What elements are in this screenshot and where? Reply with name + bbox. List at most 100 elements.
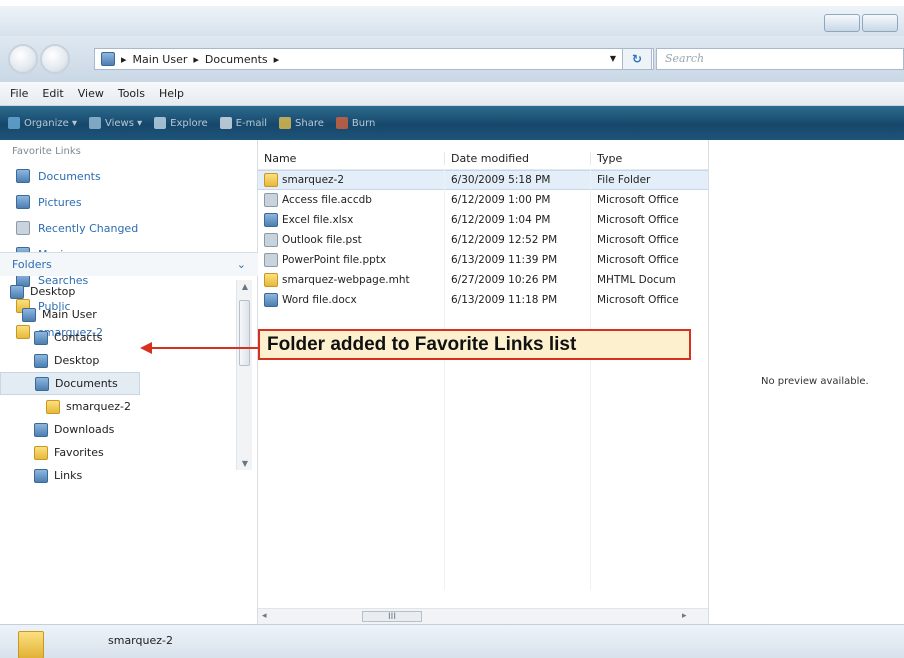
file-name-cell: smarquez-2	[258, 173, 444, 187]
scroll-thumb[interactable]	[239, 300, 250, 366]
menu-tools[interactable]: Tools	[118, 87, 145, 100]
file-date: 6/27/2009 10:26 PM	[444, 274, 590, 286]
organize-icon	[8, 117, 20, 129]
hscroll-thumb[interactable]: III	[362, 611, 422, 622]
share-button[interactable]: Share	[279, 117, 324, 129]
maximize-button[interactable]	[862, 14, 898, 32]
folders-header[interactable]: Folders ⌄	[0, 252, 258, 276]
explore-button[interactable]: Explore	[154, 117, 208, 129]
refresh-icon[interactable]: ↻	[622, 48, 652, 70]
file-date: 6/30/2009 5:18 PM	[444, 174, 590, 186]
file-date: 6/13/2009 11:18 PM	[444, 294, 590, 306]
desktop-icon	[34, 353, 48, 368]
file-row[interactable]: Excel file.xlsx 6/12/2009 1:04 PM Micros…	[258, 210, 708, 230]
tree-item-smarquez-2[interactable]: smarquez-2	[0, 395, 234, 418]
file-date: 6/12/2009 1:00 PM	[444, 194, 590, 206]
favorites-icon	[34, 445, 48, 460]
folder-tree: Desktop Main User Contacts Desktop Docum…	[0, 280, 234, 487]
tree-item-contacts[interactable]: Contacts	[0, 326, 234, 349]
column-headers: Name Date modified Type	[258, 140, 708, 170]
callout-arrowhead	[140, 342, 152, 354]
file-name-cell: Word file.docx	[258, 293, 444, 307]
file-name-cell: Excel file.xlsx	[258, 213, 444, 227]
tree-label: Links	[54, 469, 83, 482]
file-date: 6/12/2009 1:04 PM	[444, 214, 590, 226]
tree-item-favorites[interactable]: Favorites	[0, 441, 234, 464]
burn-button[interactable]: Burn	[335, 117, 375, 129]
tree-label: Desktop	[54, 354, 100, 367]
tree-item-downloads[interactable]: Downloads	[0, 418, 234, 441]
organize-button[interactable]: Organize ▾	[8, 117, 77, 129]
breadcrumb-documents[interactable]: Documents	[205, 53, 268, 66]
folders-title: Folders	[12, 258, 52, 271]
favorite-recently-changed[interactable]: Recently Changed	[16, 215, 257, 241]
chevron-down-icon[interactable]: ⌄	[237, 258, 246, 271]
file-row[interactable]: Outlook file.pst 6/12/2009 12:52 PM Micr…	[258, 230, 708, 250]
file-list: Name Date modified Type smarquez-2 6/30/…	[258, 140, 708, 624]
favorite-pictures[interactable]: Pictures	[16, 189, 257, 215]
explore-label: Explore	[170, 117, 208, 129]
menu-file[interactable]: File	[10, 87, 28, 100]
tree-item-links[interactable]: Links	[0, 464, 234, 487]
tree-label: Main User	[42, 308, 97, 321]
tree-item-desktop[interactable]: Desktop	[0, 280, 234, 303]
file-row[interactable]: smarquez-2 6/30/2009 5:18 PM File Folder	[258, 170, 708, 190]
file-name: Excel file.xlsx	[282, 214, 354, 226]
back-button[interactable]	[8, 44, 38, 74]
tree-label: smarquez-2	[66, 400, 131, 413]
tree-label: Favorites	[54, 446, 104, 459]
tree-label: Documents	[55, 377, 118, 390]
tree-item-main-user[interactable]: Main User	[0, 303, 234, 326]
scroll-right-icon[interactable]: ▸	[682, 611, 687, 621]
burn-icon	[335, 117, 348, 129]
file-date: 6/13/2009 11:39 PM	[444, 254, 590, 266]
email-button[interactable]: E-mail	[219, 117, 268, 129]
file-type: File Folder	[590, 174, 708, 186]
file-name: Word file.docx	[282, 294, 357, 306]
file-name-cell: PowerPoint file.pptx	[258, 253, 444, 267]
address-bar[interactable]: ▸ Main User ▸ Documents ▸	[94, 48, 654, 70]
file-row[interactable]: Word file.docx 6/13/2009 11:18 PM Micros…	[258, 290, 708, 310]
minimize-button[interactable]	[824, 14, 860, 32]
preview-pane: No preview available.	[708, 140, 904, 624]
favorite-label: Documents	[38, 169, 101, 183]
address-dropdown-icon[interactable]: ▼	[604, 48, 622, 70]
favorite-label: Recently Changed	[38, 221, 139, 235]
scroll-up-icon[interactable]: ▲	[237, 282, 253, 291]
file-row[interactable]: PowerPoint file.pptx 6/13/2009 11:39 PM …	[258, 250, 708, 270]
file-name: Access file.accdb	[282, 194, 372, 206]
file-name-cell: Access file.accdb	[258, 193, 444, 207]
file-row[interactable]: Access file.accdb 6/12/2009 1:00 PM Micr…	[258, 190, 708, 210]
links-icon	[34, 468, 48, 483]
favorite-documents[interactable]: Documents	[16, 163, 257, 189]
search-input[interactable]: Search	[656, 48, 904, 70]
tree-item-desktop-sub[interactable]: Desktop	[0, 349, 234, 372]
breadcrumb-main-user[interactable]: Main User	[133, 53, 188, 66]
scroll-left-icon[interactable]: ◂	[262, 611, 267, 621]
file-type: Microsoft Office	[590, 234, 708, 246]
column-date-modified[interactable]: Date modified	[444, 152, 590, 165]
menu-edit[interactable]: Edit	[42, 87, 63, 100]
file-type: Microsoft Office	[590, 194, 708, 206]
details-pane: smarquez-2	[0, 624, 904, 658]
views-icon	[89, 117, 101, 129]
menu-view[interactable]: View	[78, 87, 104, 100]
excel-file-icon	[264, 213, 278, 227]
file-row[interactable]: smarquez-webpage.mht 6/27/2009 10:26 PM …	[258, 270, 708, 290]
views-button[interactable]: Views ▾	[89, 117, 142, 129]
column-type[interactable]: Type	[590, 152, 708, 165]
file-name: smarquez-webpage.mht	[282, 274, 410, 286]
tree-scrollbar[interactable]: ▲ ▼	[236, 280, 252, 470]
command-toolbar: Organize ▾ Views ▾ Explore E-mail Share …	[0, 106, 904, 140]
email-label: E-mail	[235, 117, 268, 129]
menu-help[interactable]: Help	[159, 87, 184, 100]
share-label: Share	[295, 117, 324, 129]
file-list-hscrollbar[interactable]: ◂ III ▸	[258, 608, 708, 624]
explorer-window: ▸ Main User ▸ Documents ▸ ▼ ↻ Search Fil…	[0, 0, 904, 658]
column-name[interactable]: Name	[258, 152, 444, 165]
scroll-down-icon[interactable]: ▼	[237, 459, 253, 468]
recently-changed-icon	[16, 221, 30, 235]
column-divider	[444, 170, 445, 590]
tree-item-documents[interactable]: Documents	[0, 372, 140, 395]
forward-button[interactable]	[40, 44, 70, 74]
